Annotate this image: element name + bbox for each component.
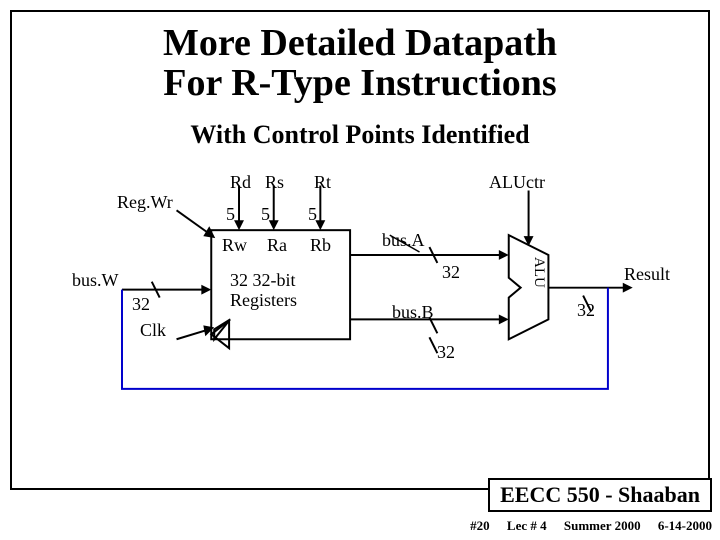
label-rd: Rd <box>230 172 251 193</box>
label-alu: ALU <box>530 257 547 288</box>
footer-term: Summer 2000 <box>564 518 641 533</box>
label-busa-width: 32 <box>442 262 460 283</box>
label-aluctr: ALUctr <box>489 172 545 193</box>
label-busb-width: 32 <box>437 342 455 363</box>
label-regfile-2: Registers <box>230 290 297 311</box>
label-rw: Rw <box>222 235 247 256</box>
label-rb: Rb <box>310 235 331 256</box>
label-regwr: Reg.Wr <box>117 192 173 213</box>
label-busw: bus.W <box>72 270 119 291</box>
label-ra: Ra <box>267 235 287 256</box>
footer-meta: #20 Lec # 4 Summer 2000 6-14-2000 <box>456 518 712 534</box>
label-regfile-1: 32 32-bit <box>230 270 296 291</box>
footer-slide: #20 <box>470 518 490 533</box>
footer-date: 6-14-2000 <box>658 518 712 533</box>
label-busw-width: 32 <box>132 294 150 315</box>
label-busb: bus.B <box>392 302 434 323</box>
label-result-width: 32 <box>577 300 595 321</box>
datapath-diagram <box>12 12 708 488</box>
label-rs: Rs <box>265 172 284 193</box>
label-5b: 5 <box>261 204 270 225</box>
label-5a: 5 <box>226 204 235 225</box>
label-clk: Clk <box>140 320 166 341</box>
feedback-bus <box>122 288 608 389</box>
footer-lecture: Lec # 4 <box>507 518 547 533</box>
label-rt: Rt <box>314 172 331 193</box>
label-5c: 5 <box>308 204 317 225</box>
slide-frame: More Detailed Datapath For R-Type Instru… <box>10 10 710 490</box>
footer-course: EECC 550 - Shaaban <box>488 478 712 512</box>
label-busa: bus.A <box>382 230 425 251</box>
label-result: Result <box>624 264 670 285</box>
